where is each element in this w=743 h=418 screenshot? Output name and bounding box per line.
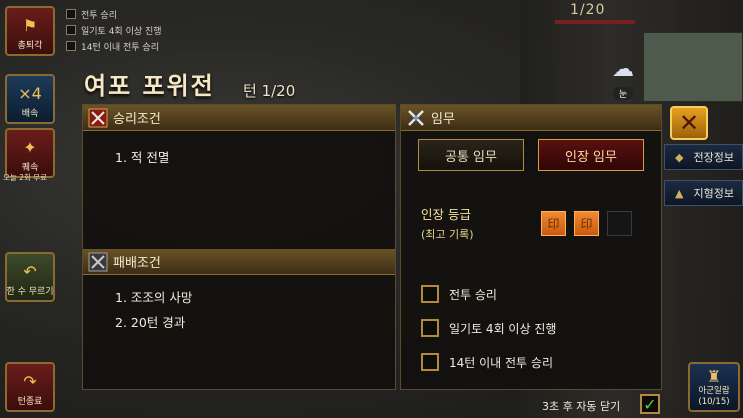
conditions-panel: 승리조건 1. 적 전멸 패배조건 1. 조조의 사망 2. 20턴 경과 <box>82 104 396 390</box>
mission-tabs: 공통 임무 인장 임무 <box>401 131 661 171</box>
checkbox-icon <box>66 9 76 19</box>
victory-header: 승리조건 <box>83 105 395 131</box>
weather-indicator: ☁ 눈 <box>602 57 644 100</box>
retreat-button[interactable]: ⚑ 총퇴각 <box>5 6 55 56</box>
seal-task: 전투 승리 <box>421 277 556 311</box>
undo-button[interactable]: ↶ 한 수 무르기 <box>5 252 55 302</box>
close-button[interactable]: ✕ <box>670 106 708 140</box>
defeat-condition: 1. 조조의 사망 <box>115 290 193 305</box>
terrain-info-button[interactable]: ▲ 지형정보 <box>664 180 743 206</box>
minimap[interactable] <box>643 32 743 102</box>
seal-task-list: 전투 승리 일기토 4회 이상 진행 14턴 이내 전투 승리 <box>421 277 556 379</box>
checkmark-icon: ✓ <box>643 394 657 414</box>
seal-empty-icon <box>607 211 632 236</box>
seal-grade-sublabel: (최고 기록) <box>421 228 474 241</box>
mission-panel: 임무 공통 임무 인장 임무 인장 등급 (최고 기록) 印 印 전투 승리 일… <box>400 104 662 390</box>
top-mission-item: 일기토 4회 이상 진행 <box>66 22 162 38</box>
snow-cloud-icon: ☁ <box>612 57 634 82</box>
tab-common-mission[interactable]: 공통 임무 <box>418 139 524 171</box>
scroll-icon: ✦ <box>23 137 37 157</box>
crossed-swords-icon <box>405 107 427 129</box>
mission-header: 임무 <box>401 105 661 131</box>
speed-button[interactable]: ×4 배속 <box>5 74 55 124</box>
defeat-header: 패배조건 <box>83 249 395 275</box>
info-icon: ◆ <box>675 150 684 164</box>
auto-close-checkbox[interactable]: ✓ <box>640 394 660 414</box>
auto-close-label: 3초 후 자동 닫기 <box>542 400 621 413</box>
checkbox-icon <box>66 41 76 51</box>
victory-condition: 1. 적 전멸 <box>115 150 170 165</box>
army-strength-bar <box>555 20 635 24</box>
crossed-swords-icon <box>87 107 109 129</box>
seal-task: 일기토 4회 이상 진행 <box>421 311 556 345</box>
turn-label: 턴 1/20 <box>243 82 296 100</box>
checkbox-icon <box>421 285 439 303</box>
broken-swords-icon <box>87 251 109 273</box>
top-mission-checklist: 전투 승리 일기토 4회 이상 진행 14턴 이내 전투 승리 <box>66 6 162 54</box>
seal-earned-icon: 印 <box>574 211 599 236</box>
seal-grade: 인장 등급 (최고 기록) <box>421 205 474 245</box>
tab-seal-mission[interactable]: 인장 임무 <box>538 139 644 171</box>
mountain-icon: ▲ <box>675 186 684 200</box>
checkbox-icon <box>421 353 439 371</box>
undo-arrow-icon: ↶ <box>23 261 37 281</box>
top-mission-item: 전투 승리 <box>66 6 162 22</box>
weather-label: 눈 <box>612 87 634 100</box>
checkbox-icon <box>421 319 439 337</box>
victory-conditions: 1. 적 전멸 <box>83 131 395 170</box>
end-turn-button[interactable]: ↷ 턴종료 <box>5 362 55 412</box>
helmet-icon: ♜ <box>706 367 722 386</box>
battle-title: 여포 포위전 <box>84 72 215 100</box>
seal-task: 14턴 이내 전투 승리 <box>421 345 556 379</box>
regroup-button[interactable]: ✦ 퀘속 <box>5 128 55 178</box>
defeat-condition: 2. 20턴 경과 <box>115 315 186 330</box>
seal-grade-label: 인장 등급 <box>421 207 471 222</box>
turn-counter: 1/20 <box>570 2 606 18</box>
top-mission-item: 14턴 이내 전투 승리 <box>66 38 162 54</box>
close-icon: ✕ <box>678 109 700 137</box>
curved-arrow-icon: ↷ <box>23 371 37 391</box>
regroup-free-note: 오늘 2회 무료 <box>3 173 48 182</box>
battle-info-button[interactable]: ◆ 전장정보 <box>664 144 743 170</box>
checkbox-icon <box>66 25 76 35</box>
flag-icon: ⚑ <box>22 15 38 35</box>
seal-slots: 印 印 <box>541 211 632 236</box>
speed-icon: ×4 <box>18 83 42 103</box>
army-list-button[interactable]: ♜ 아군일람 (10/15) <box>688 362 740 412</box>
seal-earned-icon: 印 <box>541 211 566 236</box>
defeat-conditions: 1. 조조의 사망 2. 20턴 경과 <box>83 279 192 335</box>
